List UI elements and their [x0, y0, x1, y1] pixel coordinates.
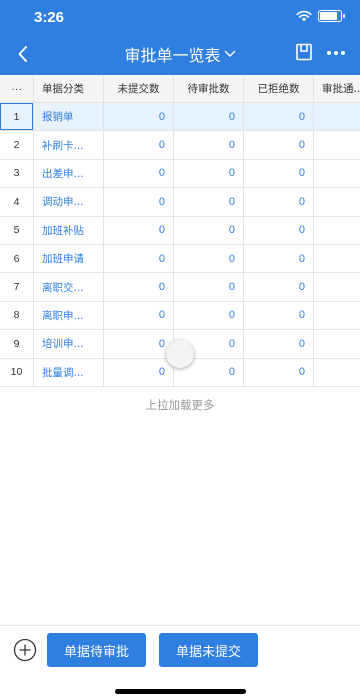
category-cell[interactable]: 出差申...	[34, 159, 104, 188]
status-time: 3:26	[34, 9, 65, 26]
pending-approval-button[interactable]: 单据待审批	[47, 633, 146, 667]
row-index: 7	[0, 273, 34, 301]
row-index: 8	[0, 301, 34, 330]
more-button[interactable]	[324, 42, 348, 64]
unsubmitted-count-cell[interactable]: 0	[104, 301, 174, 330]
approved-count-cell	[314, 217, 360, 244]
column-header[interactable]: 待审批数	[174, 75, 244, 102]
table-row[interactable]: 4 调动申... 0 0 0	[0, 188, 360, 217]
unsubmitted-count-cell[interactable]: 0	[104, 273, 174, 301]
category-cell[interactable]: 批量调...	[34, 358, 104, 386]
column-options-button[interactable]: ···	[0, 75, 34, 102]
table-row[interactable]: 1 报销单 0 0 0	[0, 103, 360, 132]
plus-circle-icon	[13, 638, 37, 662]
rejected-count-cell[interactable]: 0	[244, 131, 314, 159]
approved-count-cell	[314, 359, 360, 386]
column-header[interactable]: 未提交数	[104, 75, 174, 102]
category-cell[interactable]: 离职申...	[34, 301, 104, 330]
approved-count-cell	[314, 188, 360, 215]
row-index: 4	[0, 188, 34, 216]
table-row[interactable]: 3 出差申... 0 0 0	[0, 159, 360, 189]
rejected-count-cell[interactable]: 0	[244, 330, 314, 358]
add-button[interactable]	[13, 638, 37, 662]
row-index: 5	[0, 216, 34, 244]
rejected-count-cell[interactable]: 0	[244, 244, 314, 273]
pending-count-cell[interactable]: 0	[174, 216, 244, 244]
table-row[interactable]: 7 离职交... 0 0 0	[0, 273, 360, 302]
rejected-count-cell[interactable]: 0	[244, 188, 314, 216]
status-bar: 3:26	[0, 0, 360, 34]
unsubmitted-count-cell[interactable]: 0	[104, 244, 174, 273]
category-cell[interactable]: 调动申...	[34, 188, 104, 216]
unsubmitted-button[interactable]: 单据未提交	[159, 633, 258, 667]
approved-count-cell	[314, 273, 360, 300]
rejected-count-cell[interactable]: 0	[244, 301, 314, 330]
table-row[interactable]: 6 加班申请 0 0 0	[0, 244, 360, 274]
touch-indicator	[166, 340, 194, 368]
approved-count-cell	[314, 245, 360, 272]
category-cell[interactable]: 离职交...	[34, 273, 104, 301]
load-more-hint: 上拉加载更多	[145, 398, 215, 412]
category-cell[interactable]: 补刷卡...	[34, 131, 104, 159]
unsubmitted-count-cell[interactable]: 0	[104, 188, 174, 216]
table-row[interactable]: 2 补刷卡... 0 0 0	[0, 131, 360, 160]
row-index: 9	[0, 330, 34, 358]
title-dropdown[interactable]: 审批单一览表	[124, 42, 235, 66]
category-cell[interactable]: 加班申请	[34, 244, 104, 273]
rejected-count-cell[interactable]: 0	[244, 103, 314, 131]
pending-count-cell[interactable]: 0	[174, 131, 244, 159]
table-header: ··· 单据分类 未提交数 待审批数 已拒绝数 审批通...	[0, 75, 360, 103]
rejected-count-cell[interactable]: 0	[244, 216, 314, 244]
category-cell[interactable]: 培训申...	[34, 330, 104, 358]
category-cell[interactable]: 报销单	[34, 103, 104, 131]
save-button[interactable]	[294, 42, 316, 64]
approved-count-cell	[314, 131, 360, 158]
battery-icon	[318, 10, 345, 22]
status-icons	[296, 10, 345, 22]
column-header[interactable]: 已拒绝数	[244, 75, 314, 102]
wifi-icon	[296, 10, 312, 22]
unsubmitted-count-cell[interactable]: 0	[104, 330, 174, 358]
row-index: 3	[0, 159, 34, 188]
unsubmitted-count-cell[interactable]: 0	[104, 159, 174, 188]
column-header[interactable]: 审批通...	[314, 75, 360, 102]
rejected-count-cell[interactable]: 0	[244, 159, 314, 188]
pending-count-cell[interactable]: 0	[174, 301, 244, 330]
approved-count-cell	[314, 330, 360, 357]
unsubmitted-count-cell[interactable]: 0	[104, 131, 174, 159]
rejected-count-cell[interactable]: 0	[244, 358, 314, 386]
bookmark-icon	[296, 43, 312, 61]
pending-count-cell[interactable]: 0	[174, 159, 244, 188]
pending-count-cell[interactable]: 0	[174, 273, 244, 301]
rejected-count-cell[interactable]: 0	[244, 273, 314, 301]
page-title: 审批单一览表	[124, 46, 221, 65]
approved-count-cell	[314, 302, 360, 329]
approved-count-cell	[314, 103, 360, 130]
chevron-down-icon	[224, 50, 235, 57]
row-index: 10	[0, 358, 34, 386]
row-index: 6	[0, 244, 34, 273]
approved-count-cell	[314, 160, 360, 187]
column-header[interactable]: 单据分类	[34, 75, 104, 102]
category-cell[interactable]: 加班补贴	[34, 216, 104, 244]
pending-count-cell[interactable]: 0	[174, 103, 244, 131]
unsubmitted-count-cell[interactable]: 0	[104, 358, 174, 386]
unsubmitted-count-cell[interactable]: 0	[104, 216, 174, 244]
row-index: 1	[0, 103, 34, 131]
row-index: 2	[0, 131, 34, 159]
app-header: 3:26 审批单一览表	[0, 0, 360, 75]
table-row[interactable]: 8 离职申... 0 0 0	[0, 301, 360, 331]
unsubmitted-count-cell[interactable]: 0	[104, 103, 174, 131]
pending-count-cell[interactable]: 0	[174, 244, 244, 273]
home-indicator	[115, 689, 246, 694]
nav-bar: 审批单一览表	[0, 36, 360, 72]
table-row[interactable]: 5 加班补贴 0 0 0	[0, 216, 360, 245]
more-icon	[327, 51, 345, 55]
pending-count-cell[interactable]: 0	[174, 188, 244, 216]
